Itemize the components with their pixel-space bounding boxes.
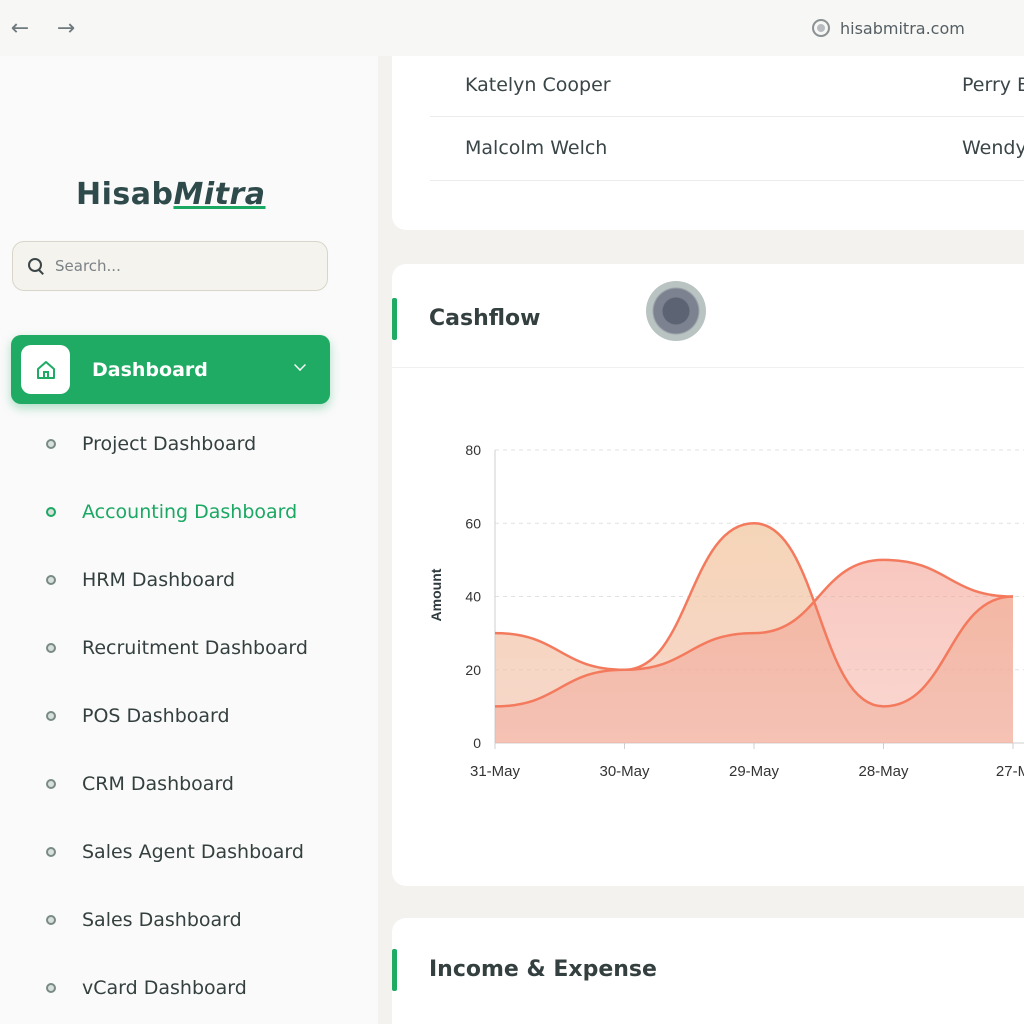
row-divider: [430, 180, 1024, 181]
search-input[interactable]: [55, 257, 305, 275]
dashboard-label: Dashboard: [92, 359, 208, 381]
x-tick-label: 30-May: [599, 763, 650, 780]
sidebar-item[interactable]: POS Dashboard: [46, 701, 230, 731]
bullet-icon: [46, 983, 56, 993]
x-axis-ticks: 31-May 30-May 29-May 28-May 27-M: [470, 743, 1024, 780]
card-accent-bar: [392, 298, 397, 340]
y-tick-label: 20: [465, 662, 481, 678]
sidebar-item-label: Sales Agent Dashboard: [82, 841, 304, 863]
touch-indicator: [646, 281, 706, 341]
y-tick-label: 0: [473, 735, 481, 751]
bullet-icon: [46, 711, 56, 721]
bullet-icon: [46, 643, 56, 653]
bullet-icon: [46, 575, 56, 585]
chevron-down-icon: [294, 359, 306, 371]
row-divider: [430, 116, 1024, 117]
bullet-icon: [46, 847, 56, 857]
x-tick-label: 28-May: [858, 763, 909, 780]
card-accent-bar: [392, 949, 397, 991]
back-arrow-icon[interactable]: ←: [6, 14, 34, 42]
x-tick-label: 27-M: [996, 763, 1024, 780]
sidebar-item-label: HRM Dashboard: [82, 569, 236, 591]
sidebar-item-label: vCard Dashboard: [82, 977, 247, 999]
table-cell: Wendy: [962, 137, 1024, 159]
bullet-icon: [46, 507, 56, 517]
site-info-icon[interactable]: [812, 19, 830, 37]
sidebar-item-label: POS Dashboard: [82, 705, 230, 727]
sidebar-item[interactable]: Project Dashboard: [46, 429, 256, 459]
cashflow-title: Cashflow: [429, 306, 541, 331]
sidebar-item[interactable]: vCard Dashboard: [46, 973, 247, 1003]
y-tick-label: 60: [465, 515, 481, 531]
y-axis-ticks: 0 20 40 60 80: [465, 442, 481, 751]
sidebar-item[interactable]: Recruitment Dashboard: [46, 633, 308, 663]
search-box[interactable]: [12, 241, 328, 291]
y-tick-label: 80: [465, 442, 481, 458]
home-icon: [21, 345, 70, 394]
x-tick-label: 31-May: [470, 763, 521, 780]
table-cell: Perry E: [962, 74, 1024, 96]
table-cell: Katelyn Cooper: [465, 74, 611, 96]
url-text: hisabmitra.com: [840, 18, 965, 38]
sidebar-item-label: CRM Dashboard: [82, 773, 234, 795]
sidebar-item[interactable]: Accounting Dashboard: [46, 497, 297, 527]
chart-areas: [494, 521, 1014, 743]
search-icon: [27, 257, 45, 275]
income-expense-title: Income & Expense: [429, 957, 657, 982]
sidebar-item-label: Accounting Dashboard: [82, 501, 298, 523]
bullet-icon: [46, 439, 56, 449]
browser-toolbar: ← → hisabmitra.com: [0, 0, 1024, 56]
sidebar-item-label: Project Dashboard: [82, 433, 257, 455]
bullet-icon: [46, 779, 56, 789]
sidebar-item[interactable]: HRM Dashboard: [46, 565, 235, 595]
dashboard-menu-button[interactable]: Dashboard: [11, 335, 330, 404]
sidebar-item-label: Sales Dashboard: [82, 909, 242, 931]
address-bar[interactable]: hisabmitra.com: [812, 16, 965, 40]
card-divider: [392, 367, 1024, 368]
y-axis-label: Amount: [428, 568, 444, 621]
sidebar-item[interactable]: Sales Agent Dashboard: [46, 837, 304, 867]
logo-text-part2: Mitra: [173, 177, 266, 212]
x-tick-label: 29-May: [729, 763, 780, 780]
sidebar-item[interactable]: Sales Dashboard: [46, 905, 242, 935]
logo-text-part1: Hisab: [76, 177, 174, 212]
sidebar-item[interactable]: CRM Dashboard: [46, 769, 234, 799]
app-logo[interactable]: Hisab Mitra: [76, 168, 266, 212]
y-tick-label: 40: [465, 589, 481, 605]
bullet-icon: [46, 915, 56, 925]
cashflow-chart: 0 20 40 60 80 31-May 30-May 29-May 28-May 27-M A…: [428, 442, 1024, 780]
forward-arrow-icon[interactable]: →: [52, 14, 80, 42]
sidebar-item-label: Recruitment Dashboard: [82, 637, 308, 659]
table-cell: Malcolm Welch: [465, 137, 608, 159]
